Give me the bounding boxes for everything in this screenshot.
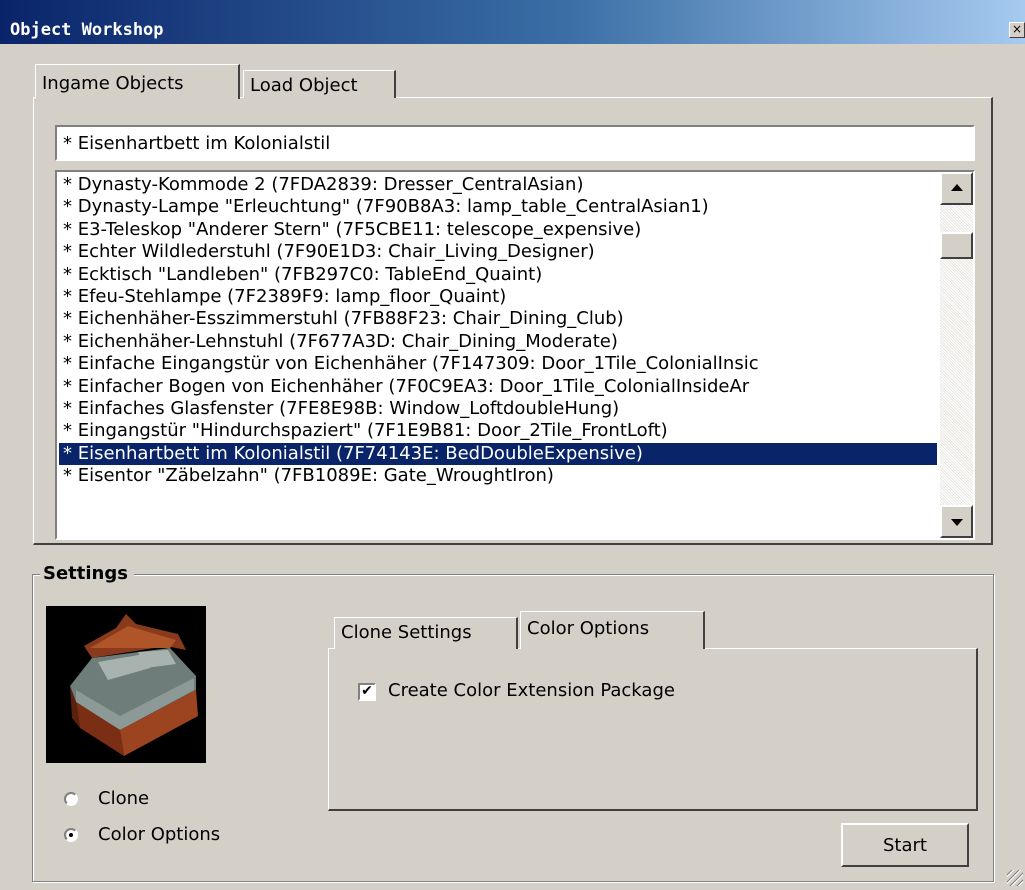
start-button[interactable]: Start	[841, 823, 969, 867]
arrow-down-icon	[951, 519, 963, 526]
scroll-up-button[interactable]	[940, 172, 973, 205]
list-item[interactable]: * Einfache Eingangstür von Eichenhäher (…	[59, 353, 937, 375]
color-extension-label: Create Color Extension Package	[388, 680, 675, 701]
checkmark-icon: ✔	[361, 683, 373, 699]
clone-radio-label: Clone	[98, 788, 150, 809]
list-item[interactable]: * Dynasty-Kommode 2 (7FDA2839: Dresser_C…	[59, 174, 937, 196]
close-icon[interactable]: ×	[1009, 22, 1025, 38]
scrollbar-thumb[interactable]	[940, 232, 973, 259]
settings-label: Settings	[40, 563, 134, 584]
scroll-down-button[interactable]	[940, 505, 973, 538]
tab-label: Clone Settings	[341, 622, 472, 643]
window-title: Object Workshop	[10, 20, 164, 40]
clone-radio[interactable]	[64, 792, 78, 806]
tab-load-object[interactable]: Load Object	[243, 70, 396, 98]
tab-label: Load Object	[250, 75, 358, 96]
list-item[interactable]: * Dynasty-Lampe "Erleuchtung" (7F90B8A3:…	[59, 196, 937, 218]
color-options-radio-label: Color Options	[98, 824, 221, 845]
list-item[interactable]: * Eichenhäher-Lehnstuhl (7F677A3D: Chair…	[59, 331, 937, 353]
list-item[interactable]: * Efeu-Stehlampe (7F2389F9: lamp_floor_Q…	[59, 286, 937, 308]
list-scrollbar[interactable]	[940, 172, 973, 538]
color-options-radio[interactable]	[64, 828, 78, 842]
color-extension-checkbox[interactable]: ✔	[358, 683, 376, 701]
object-preview-image	[46, 606, 206, 763]
list-item[interactable]: * Eingangstür "Hindurchspaziert" (7F1E9B…	[59, 420, 937, 442]
list-item[interactable]: * Echter Wildlederstuhl (7F90E1D3: Chair…	[59, 241, 937, 263]
color-options-panel	[328, 648, 978, 811]
list-item[interactable]: * Einfacher Bogen von Eichenhäher (7F0C9…	[59, 376, 937, 398]
list-item-selected[interactable]: * Eisenhartbett im Kolonialstil (7F74143…	[59, 442, 937, 466]
list-item[interactable]: * Einfaches Glasfenster (7FE8E98B: Windo…	[59, 398, 937, 420]
arrow-up-icon	[951, 184, 963, 191]
list-item[interactable]: * Eichenhäher-Esszimmerstuhl (7FB88F23: …	[59, 308, 937, 330]
bed-preview-icon	[46, 606, 206, 763]
object-name-input[interactable]	[55, 125, 975, 161]
list-item[interactable]: * E3-Teleskop "Anderer Stern" (7F5CBE11:…	[59, 219, 937, 241]
tab-color-options[interactable]: Color Options	[520, 611, 705, 649]
tab-ingame-objects[interactable]: Ingame Objects	[35, 64, 240, 99]
tab-label: Ingame Objects	[42, 73, 184, 94]
resize-grip-icon[interactable]	[1007, 870, 1023, 886]
tab-label: Color Options	[527, 618, 650, 639]
tab-clone-settings[interactable]: Clone Settings	[334, 617, 518, 649]
object-listbox[interactable]: * Dynasty-Kommode 2 (7FDA2839: Dresser_C…	[55, 170, 975, 540]
radio-dot-icon	[69, 833, 73, 837]
list-item[interactable]: * Eisentor "Zäbelzahn" (7FB1089E: Gate_W…	[59, 465, 937, 487]
list-item[interactable]: * Ecktisch "Landleben" (7FB297C0: TableE…	[59, 264, 937, 286]
